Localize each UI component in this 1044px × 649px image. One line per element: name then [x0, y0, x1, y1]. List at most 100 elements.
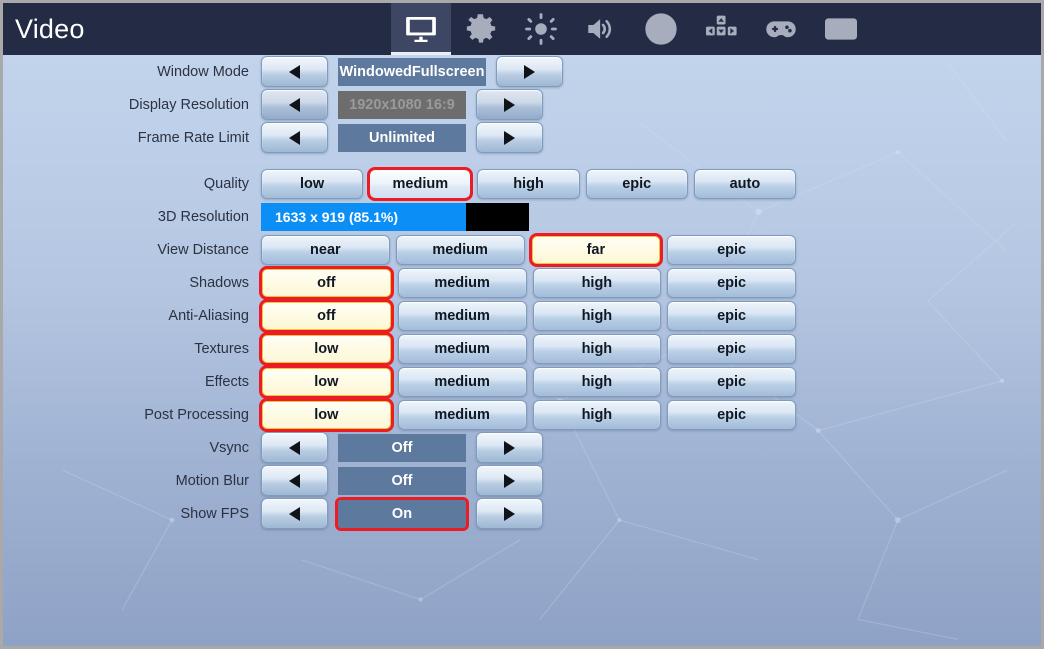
setting-row-show_fps: Show FPSOn [3, 497, 1041, 530]
option-group-post_processing: lowmediumhighepic [261, 400, 796, 430]
setting-row-effects: Effectslowmediumhighepic [3, 365, 1041, 398]
option-textures-epic[interactable]: epic [667, 334, 796, 364]
triangle-left-icon [289, 65, 300, 79]
slider-3d_resolution[interactable]: 1633 x 919 (85.1%) [261, 203, 529, 231]
setting-control-shadows: offmediumhighepic [261, 266, 796, 299]
option-anti_aliasing-epic[interactable]: epic [667, 301, 796, 331]
tab-accessibility[interactable] [631, 3, 691, 55]
next-value-button-window_mode[interactable] [496, 56, 563, 87]
triangle-left-icon [289, 441, 300, 455]
option-effects-high[interactable]: high [533, 367, 662, 397]
speaker-icon [584, 12, 618, 46]
option-shadows-epic[interactable]: epic [667, 268, 796, 298]
prev-value-button-show_fps[interactable] [261, 498, 328, 529]
triangle-right-icon [504, 98, 515, 112]
setting-control-effects: lowmediumhighepic [261, 365, 796, 398]
option-effects-medium[interactable]: medium [398, 367, 527, 397]
setting-label-motion_blur: Motion Blur [3, 473, 261, 489]
setting-control-view_distance: nearmediumfarepic [261, 233, 796, 266]
next-value-button-motion_blur[interactable] [476, 465, 543, 496]
setting-row-motion_blur: Motion Blur Off [3, 464, 1041, 497]
option-post_processing-medium[interactable]: medium [398, 400, 527, 430]
option-view_distance-far[interactable]: far [531, 235, 662, 265]
option-view_distance-near[interactable]: near [261, 235, 390, 265]
option-anti_aliasing-high[interactable]: high [533, 301, 662, 331]
prev-value-button-frame_rate_limit[interactable] [261, 122, 328, 153]
option-shadows-off[interactable]: off [261, 268, 392, 298]
tab-controls[interactable] [691, 3, 751, 55]
next-value-button-display_resolution[interactable] [476, 89, 543, 120]
video-settings-screen: Video [0, 0, 1044, 649]
prev-value-button-vsync[interactable] [261, 432, 328, 463]
setting-control-textures: lowmediumhighepic [261, 332, 796, 365]
brightness-icon [524, 12, 558, 46]
setting-row-display_resolution: Display Resolution1920x1080 16:9 [3, 88, 1041, 121]
next-value-button-frame_rate_limit[interactable] [476, 122, 543, 153]
value-display-display_resolution: 1920x1080 16:9 [338, 91, 466, 119]
setting-label-anti_aliasing: Anti-Aliasing [3, 308, 261, 324]
setting-label-vsync: Vsync [3, 440, 261, 456]
slider-track-remainder-3d_resolution [466, 203, 529, 231]
setting-row-vsync: Vsync Off [3, 431, 1041, 464]
setting-label-3d_resolution: 3D Resolution [3, 209, 261, 225]
prev-value-button-display_resolution[interactable] [261, 89, 328, 120]
tab-game[interactable] [451, 3, 511, 55]
dpad-keys-icon [704, 12, 738, 46]
slider-fill-3d_resolution: 1633 x 919 (85.1%) [261, 203, 466, 231]
option-shadows-high[interactable]: high [533, 268, 662, 298]
value-display-vsync: Off [338, 434, 466, 462]
value-display-motion_blur: Off [338, 467, 466, 495]
option-view_distance-medium[interactable]: medium [396, 235, 525, 265]
next-value-button-show_fps[interactable] [476, 498, 543, 529]
option-quality-high[interactable]: high [477, 169, 579, 199]
tab-audio[interactable] [571, 3, 631, 55]
option-post_processing-high[interactable]: high [533, 400, 662, 430]
header-bar: Video [3, 3, 1041, 55]
setting-control-vsync: Off [261, 431, 543, 464]
option-textures-low[interactable]: low [261, 334, 392, 364]
option-effects-epic[interactable]: epic [667, 367, 796, 397]
setting-control-post_processing: lowmediumhighepic [261, 398, 796, 431]
option-view_distance-epic[interactable]: epic [667, 235, 796, 265]
prev-value-button-window_mode[interactable] [261, 56, 328, 87]
option-quality-low[interactable]: low [261, 169, 363, 199]
next-value-button-vsync[interactable] [476, 432, 543, 463]
setting-control-show_fps: On [261, 497, 543, 530]
option-group-shadows: offmediumhighepic [261, 268, 796, 298]
option-quality-epic[interactable]: epic [586, 169, 688, 199]
triangle-left-icon [289, 507, 300, 521]
triangle-left-icon [289, 98, 300, 112]
tab-replay[interactable] [811, 3, 871, 55]
setting-label-textures: Textures [3, 341, 261, 357]
setting-control-window_mode: WindowedFullscreen [261, 55, 563, 88]
option-effects-low[interactable]: low [261, 367, 392, 397]
tab-controller[interactable] [751, 3, 811, 55]
setting-row-textures: Textureslowmediumhighepic [3, 332, 1041, 365]
option-group-effects: lowmediumhighepic [261, 367, 796, 397]
triangle-right-icon [504, 441, 515, 455]
setting-control-motion_blur: Off [261, 464, 543, 497]
option-anti_aliasing-medium[interactable]: medium [398, 301, 527, 331]
option-post_processing-low[interactable]: low [261, 400, 392, 430]
option-post_processing-epic[interactable]: epic [667, 400, 796, 430]
option-shadows-medium[interactable]: medium [398, 268, 527, 298]
triangle-right-icon [504, 474, 515, 488]
tab-brightness[interactable] [511, 3, 571, 55]
gamepad-icon [764, 12, 798, 46]
setting-row-3d_resolution: 3D Resolution1633 x 919 (85.1%) [3, 200, 1041, 233]
setting-label-view_distance: View Distance [3, 242, 261, 258]
option-anti_aliasing-off[interactable]: off [261, 301, 392, 331]
triangle-left-icon [289, 474, 300, 488]
option-group-view_distance: nearmediumfarepic [261, 235, 796, 265]
option-textures-high[interactable]: high [533, 334, 662, 364]
settings-list: Window ModeWindowedFullscreenDisplay Res… [3, 55, 1041, 530]
value-display-window_mode: WindowedFullscreen [338, 58, 486, 86]
option-textures-medium[interactable]: medium [398, 334, 527, 364]
setting-label-post_processing: Post Processing [3, 407, 261, 423]
option-group-anti_aliasing: offmediumhighepic [261, 301, 796, 331]
option-quality-auto[interactable]: auto [694, 169, 796, 199]
prev-value-button-motion_blur[interactable] [261, 465, 328, 496]
option-group-quality: lowmediumhighepicauto [261, 169, 796, 199]
option-quality-medium[interactable]: medium [369, 169, 471, 199]
tab-video[interactable] [391, 3, 451, 55]
